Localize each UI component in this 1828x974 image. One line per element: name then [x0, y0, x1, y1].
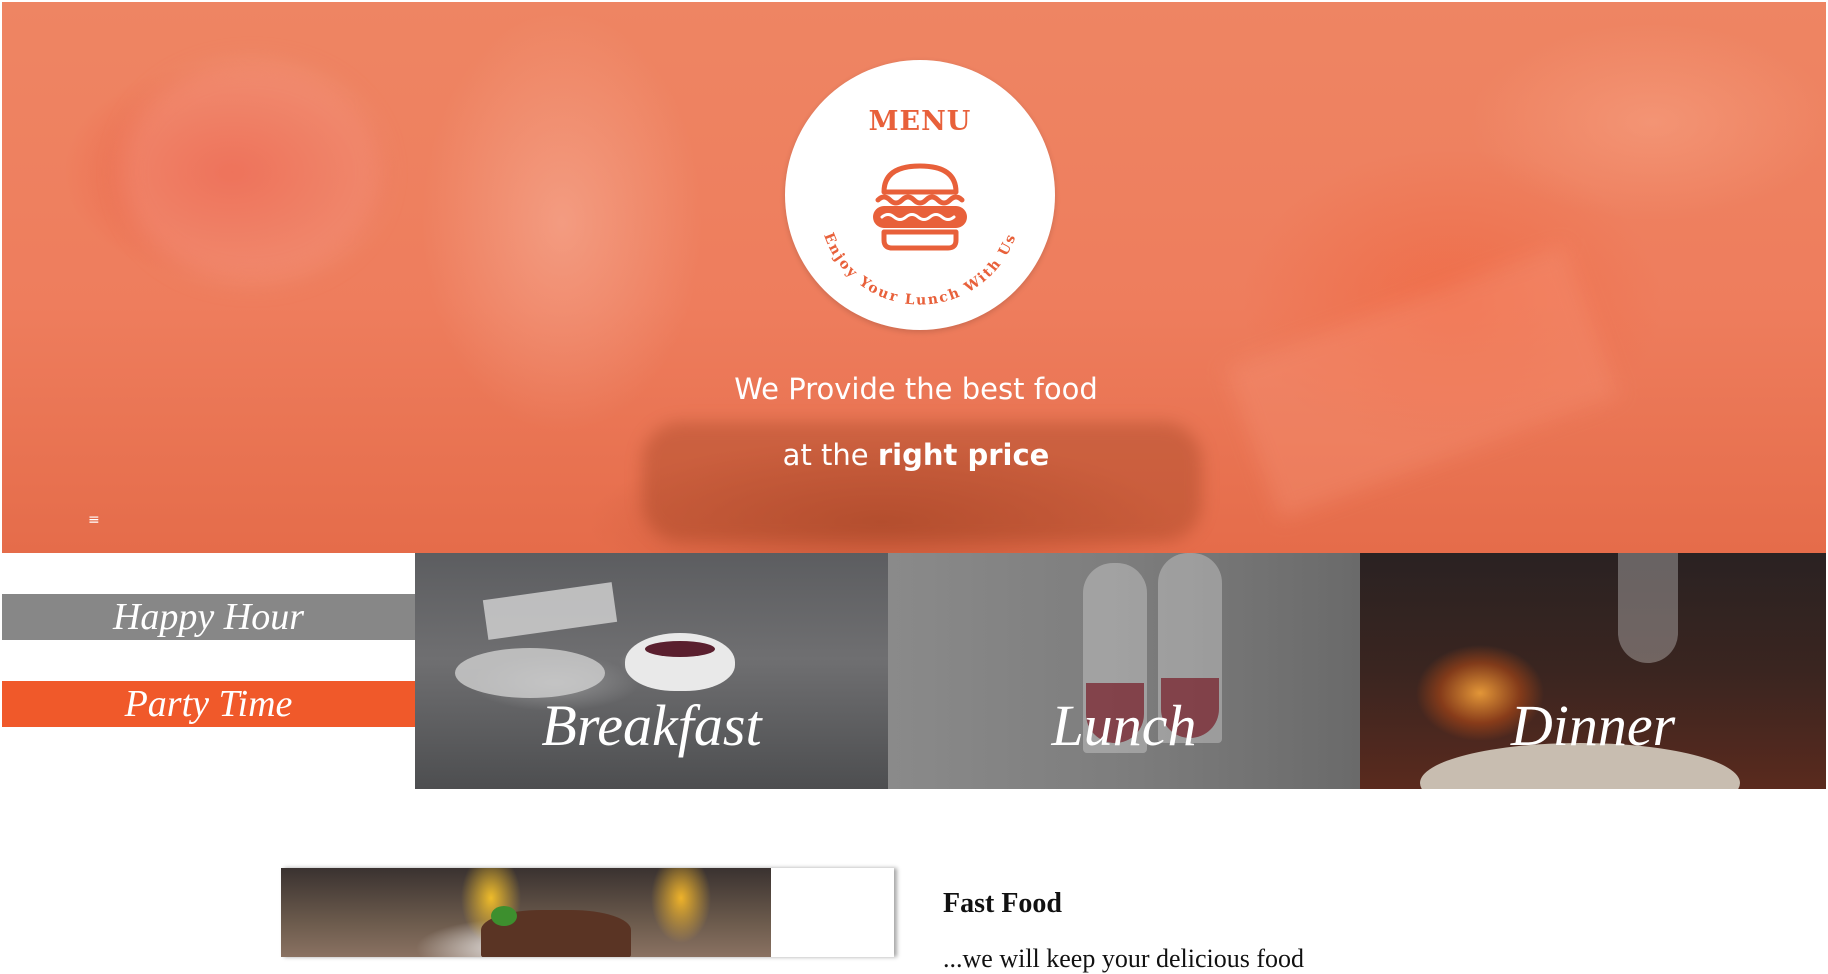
- meal-label: Dinner: [1510, 693, 1676, 758]
- feature-title: Fast Food: [943, 888, 1062, 919]
- menu-logo[interactable]: MENU Enjoy Your Lunch With Us: [785, 60, 1055, 330]
- svg-text:Enjoy Your Lunch With Us: Enjoy Your Lunch With Us: [820, 231, 1020, 309]
- photo-paper: [482, 582, 618, 640]
- feature-text: ...we will keep your delicious food: [943, 944, 1305, 973]
- meal-label: Breakfast: [541, 693, 762, 758]
- meal-tile-lunch[interactable]: Lunch: [888, 553, 1360, 789]
- tagline-prefix: at the: [782, 438, 878, 472]
- happy-hour-button[interactable]: Happy Hour: [2, 594, 415, 640]
- meal-tile-dinner[interactable]: Dinner: [1360, 553, 1826, 789]
- hero-background-blur: [122, 62, 382, 282]
- hero-tagline-line2: at the right price: [2, 438, 1826, 472]
- photo-mint: [491, 906, 517, 926]
- tagline-emphasis: right price: [877, 438, 1050, 472]
- logo-arc-text: Enjoy Your Lunch With Us: [820, 231, 1020, 309]
- meal-label: Lunch: [1051, 693, 1197, 758]
- hero-tagline-line1: We Provide the best food: [734, 372, 1098, 406]
- hero-banner: MENU Enjoy Your Lunch With Us We Provide…: [2, 2, 1826, 553]
- photo-plate: [455, 648, 605, 698]
- meal-tile-breakfast[interactable]: Breakfast: [415, 553, 888, 789]
- hamburger-menu-icon[interactable]: ≡: [88, 512, 102, 528]
- party-time-button[interactable]: Party Time: [2, 681, 415, 727]
- feature-image-card: [281, 868, 894, 957]
- photo-tea: [645, 641, 715, 657]
- photo-wine-glass: [1618, 553, 1678, 663]
- cake-photo: [281, 868, 771, 957]
